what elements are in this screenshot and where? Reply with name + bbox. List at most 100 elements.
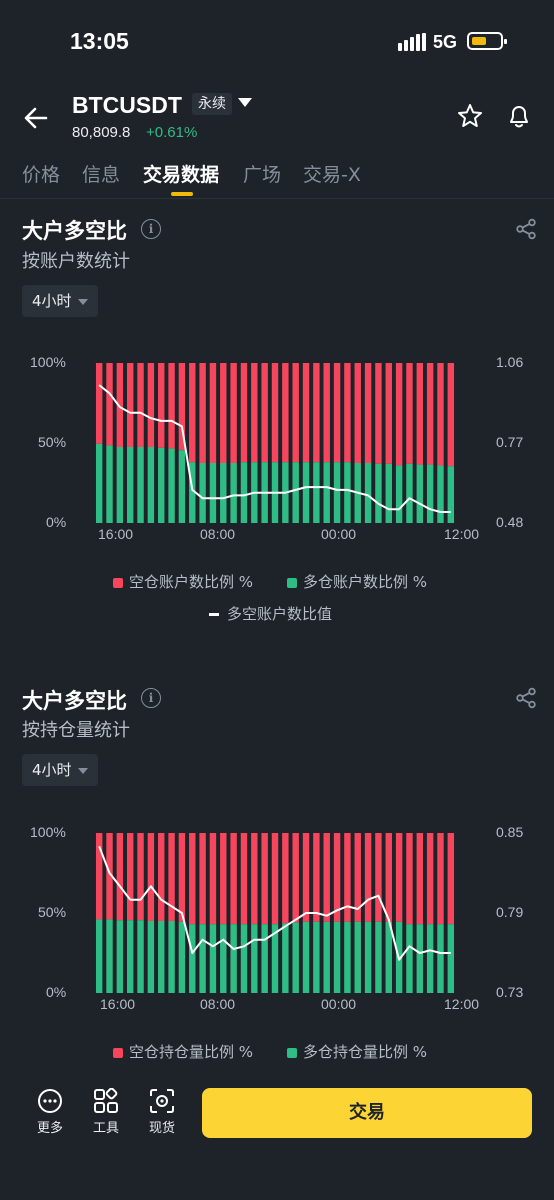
tab-info[interactable]: 信息: [82, 160, 120, 187]
short-bar: [95, 363, 103, 444]
long-bar: [240, 924, 248, 993]
pair-name[interactable]: BTCUSDT: [72, 92, 182, 119]
x-tick: 16:00: [98, 526, 134, 542]
short-bar: [302, 833, 310, 922]
short-bar: [395, 363, 403, 466]
last-price: 80,809.8: [72, 124, 131, 141]
short-bar: [230, 833, 237, 925]
long-bar: [385, 463, 392, 523]
short-bar: [354, 363, 361, 463]
long-bar: [178, 921, 186, 993]
long-bar: [199, 924, 206, 993]
long-bar: [354, 921, 361, 993]
short-bar: [168, 363, 175, 449]
more-icon: [38, 1089, 62, 1113]
short-bar: [106, 363, 113, 446]
contract-type-badge: 永续: [192, 93, 232, 115]
long-bar: [344, 921, 351, 993]
legend-swatch: [113, 577, 123, 588]
long-bar: [137, 447, 144, 523]
y-right-tick: 0.48: [496, 514, 524, 530]
long-bar: [344, 462, 351, 523]
short-bar: [230, 363, 237, 463]
bell-icon[interactable]: [505, 102, 533, 130]
long-bar: [437, 465, 444, 523]
long-bar: [292, 462, 299, 523]
long-bar: [116, 920, 124, 993]
legend-swatch: [287, 1047, 297, 1058]
long-bar: [364, 921, 372, 993]
short-bar: [375, 833, 382, 922]
more-button[interactable]: 更多: [28, 1088, 72, 1136]
y-left-tick: 0%: [46, 514, 67, 530]
tab-price[interactable]: 价格: [22, 160, 60, 187]
long-bar: [230, 924, 237, 993]
long-bar: [364, 463, 372, 523]
x-tick: 00:00: [321, 996, 357, 1012]
bottom-action-bar: 更多 工具 现货 交易: [0, 1078, 554, 1148]
short-bar: [426, 833, 434, 925]
active-tab-indicator: [171, 192, 193, 196]
tab-trading-data[interactable]: 交易数据: [143, 160, 219, 187]
share-icon[interactable]: [515, 687, 537, 709]
long-bar: [240, 462, 248, 523]
tools-button[interactable]: 工具: [84, 1088, 128, 1136]
long-bar: [375, 463, 382, 523]
battery-icon: [467, 32, 507, 50]
short-bar: [199, 363, 206, 463]
spot-icon: [150, 1089, 174, 1113]
long-bar: [189, 924, 196, 993]
short-bar: [137, 833, 144, 921]
trade-button[interactable]: 交易: [202, 1088, 532, 1138]
x-tick: 12:00: [444, 996, 480, 1012]
short-bar: [158, 363, 165, 448]
short-bar: [292, 363, 299, 463]
spot-button[interactable]: 现货: [140, 1088, 184, 1136]
legend-item-ratio[interactable]: 多空账户数比值: [209, 603, 332, 624]
y-left-tick: 100%: [30, 824, 66, 840]
long-bar: [126, 447, 134, 523]
dropdown-caret-icon[interactable]: [238, 98, 252, 108]
tab-square[interactable]: 广场: [243, 160, 281, 187]
y-left-tick: 50%: [38, 434, 67, 450]
info-icon[interactable]: i: [141, 219, 161, 239]
short-bar: [178, 833, 186, 922]
long-bar: [437, 924, 444, 993]
short-bar: [416, 833, 424, 925]
legend-item-long[interactable]: 多仓持仓量比例 %: [287, 1041, 427, 1062]
y-left-tick: 50%: [38, 904, 67, 920]
info-icon[interactable]: i: [141, 688, 161, 708]
short-bar: [282, 833, 289, 924]
short-bar: [126, 833, 134, 921]
account-ratio-chart-svg: [95, 363, 455, 523]
period-select[interactable]: 4小时: [22, 285, 98, 317]
section-subtitle: 按持仓量统计: [22, 720, 130, 741]
short-bar: [282, 363, 289, 463]
short-bar: [302, 363, 310, 463]
long-bar: [209, 924, 217, 993]
tab-trade-x[interactable]: 交易-X: [303, 160, 361, 187]
short-bar: [95, 833, 103, 920]
star-icon[interactable]: [456, 102, 484, 130]
long-bar: [168, 448, 175, 523]
position-ratio-chart-svg: [95, 833, 455, 993]
back-arrow-icon[interactable]: [22, 104, 50, 132]
short-bar: [323, 363, 330, 463]
share-icon[interactable]: [515, 218, 537, 240]
x-tick: 08:00: [200, 996, 236, 1012]
short-bar: [147, 833, 155, 921]
long-bar: [220, 924, 227, 993]
long-bar: [95, 919, 103, 993]
long-bar: [106, 445, 113, 523]
legend-item-short[interactable]: 空仓持仓量比例 %: [113, 1041, 253, 1062]
legend-item-long[interactable]: 多仓账户数比例 %: [287, 571, 427, 592]
legend-item-short[interactable]: 空仓账户数比例 %: [113, 571, 253, 592]
period-select[interactable]: 4小时: [22, 754, 98, 786]
status-bar: 13:05 5G: [0, 0, 554, 84]
long-bar: [447, 924, 455, 993]
long-bar: [147, 447, 155, 523]
legend-label: 空仓账户数比例 %: [129, 573, 254, 591]
short-bar: [147, 363, 155, 447]
short-bar: [251, 833, 258, 925]
short-bar: [116, 833, 124, 921]
